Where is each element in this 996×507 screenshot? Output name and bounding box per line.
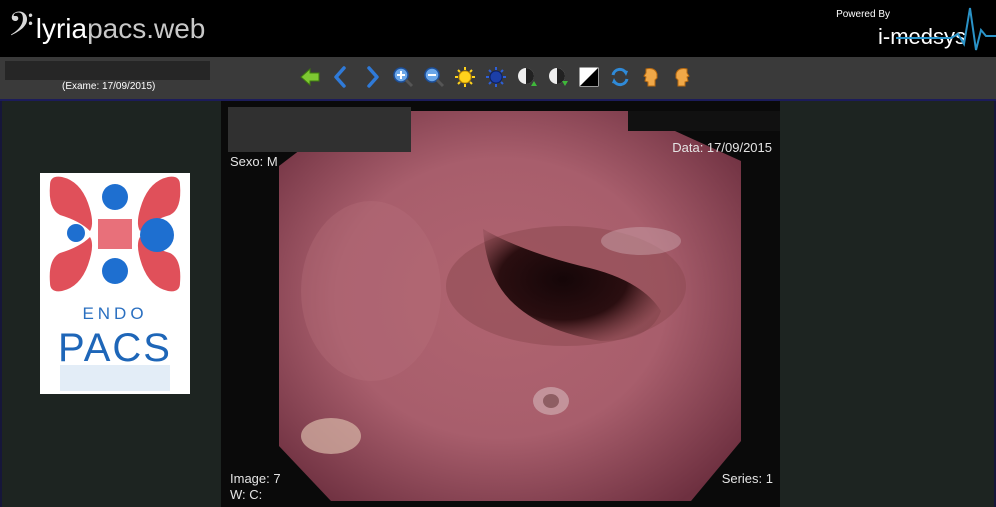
endoscopy-image	[279, 111, 741, 501]
face-right-button[interactable]	[670, 65, 694, 89]
zoom-out-button[interactable]	[422, 65, 446, 89]
window-level-down-button[interactable]	[546, 65, 570, 89]
brightness-icon	[455, 67, 475, 87]
next-icon	[367, 66, 379, 88]
next-button[interactable]	[360, 65, 384, 89]
tool-buttons	[298, 65, 694, 89]
institution-redacted	[628, 111, 780, 131]
thumb-line2: PACS	[58, 326, 172, 370]
invert-button[interactable]	[577, 65, 601, 89]
sex-label: Sexo: M	[230, 154, 278, 169]
face-right-icon	[675, 68, 690, 87]
endopacs-logo-icon: ENDO PACS	[49, 176, 181, 391]
window-level-down-icon	[549, 68, 568, 86]
heartbeat-icon	[896, 7, 996, 51]
window-level-up-button[interactable]	[515, 65, 539, 89]
refresh-icon	[611, 67, 629, 87]
exam-date: (Exame: 17/09/2015)	[62, 81, 156, 92]
zoom-in-icon	[393, 67, 414, 88]
back-button[interactable]	[298, 65, 322, 89]
image-number-label: Image: 7	[230, 471, 281, 486]
zoom-out-icon	[424, 67, 445, 88]
powered-by-label: Powered By	[836, 9, 890, 20]
window-center-label: W: C:	[230, 487, 263, 502]
app-header: 𝄢 lyriapacs.web Powered By i-medsys	[0, 0, 996, 57]
face-left-icon	[643, 68, 658, 87]
contrast-button[interactable]	[484, 65, 508, 89]
invert-icon	[579, 67, 599, 87]
date-label: Data: 17/09/2015	[672, 140, 772, 155]
patient-info-redacted	[228, 107, 411, 152]
previous-button[interactable]	[329, 65, 353, 89]
zoom-in-button[interactable]	[391, 65, 415, 89]
study-thumbnail[interactable]: ENDO PACS	[40, 173, 190, 394]
dicom-image-viewport[interactable]: Sexo: M Data: 17/09/2015 Image: 7 W: C: …	[221, 101, 780, 507]
patient-name-redacted	[5, 61, 210, 80]
face-left-button[interactable]	[639, 65, 663, 89]
toolbar: (Exame: 17/09/2015)	[0, 57, 996, 101]
back-arrow-icon	[300, 67, 320, 87]
previous-icon	[334, 66, 346, 88]
clef-logo-icon: 𝄢	[8, 6, 34, 52]
logo-prefix: lyria	[35, 13, 88, 44]
refresh-button[interactable]	[608, 65, 632, 89]
app-logo: 𝄢 lyriapacs.web	[8, 6, 205, 52]
window-level-up-icon	[518, 68, 537, 86]
series-label: Series: 1	[721, 471, 773, 486]
thumb-line1: ENDO	[82, 304, 147, 323]
viewer-panel: ENDO PACS Sexo: M Data: 17/09/2015 Image…	[0, 101, 996, 507]
logo-suffix: pacs.web	[87, 13, 206, 44]
brightness-button[interactable]	[453, 65, 477, 89]
contrast-icon	[486, 67, 506, 87]
logo-text: lyriapacs.web	[36, 13, 206, 45]
